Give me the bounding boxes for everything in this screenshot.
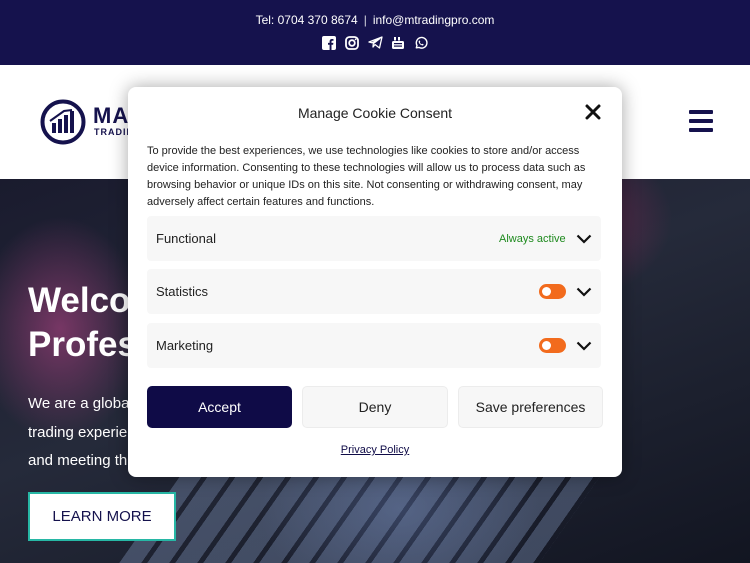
menu-icon[interactable] <box>689 110 713 132</box>
chevron-down-icon[interactable] <box>576 284 592 298</box>
privacy-policy-link[interactable]: Privacy Policy <box>128 444 622 456</box>
category-functional[interactable]: Functional Always active <box>147 216 601 261</box>
contact-info: Tel: 0704 370 8674 | info@mtradingpro.com <box>0 13 750 27</box>
instagram-icon[interactable] <box>345 35 360 50</box>
learn-more-button[interactable]: LEARN MORE <box>28 492 176 541</box>
youtube-icon[interactable] <box>391 35 406 50</box>
category-label: Statistics <box>156 284 209 299</box>
deny-button[interactable]: Deny <box>302 386 448 428</box>
social-links <box>0 35 750 50</box>
whatsapp-icon[interactable] <box>414 35 429 50</box>
separator: | <box>363 13 367 27</box>
statistics-toggle[interactable] <box>539 284 566 299</box>
dialog-title: Manage Cookie Consent <box>297 105 453 121</box>
accept-button[interactable]: Accept <box>147 386 292 428</box>
email-link[interactable]: info@mtradingpro.com <box>373 13 495 27</box>
brand-name[interactable]: MA <box>93 103 129 129</box>
category-label: Marketing <box>156 338 214 353</box>
marketing-toggle[interactable] <box>539 338 566 353</box>
telegram-icon[interactable] <box>367 35 383 50</box>
logo-icon[interactable] <box>40 99 88 145</box>
save-preferences-button[interactable]: Save preferences <box>458 386 603 428</box>
category-statistics[interactable]: Statistics <box>147 269 601 314</box>
always-active-label: Always active <box>499 233 566 245</box>
chevron-down-icon[interactable] <box>576 338 592 352</box>
category-marketing[interactable]: Marketing <box>147 323 601 368</box>
category-label: Functional <box>156 231 216 246</box>
hero-heading: Welco Profes <box>28 281 137 364</box>
facebook-icon[interactable] <box>322 35 337 50</box>
chevron-down-icon[interactable] <box>576 231 592 245</box>
close-icon[interactable] <box>585 104 601 120</box>
cookie-consent-dialog: Manage Cookie Consent To provide the bes… <box>128 87 622 477</box>
top-contact-bar: Tel: 0704 370 8674 | info@mtradingpro.com <box>0 0 750 65</box>
phone-link[interactable]: Tel: 0704 370 8674 <box>256 13 358 27</box>
consent-description: To provide the best experiences, we use … <box>147 145 586 208</box>
